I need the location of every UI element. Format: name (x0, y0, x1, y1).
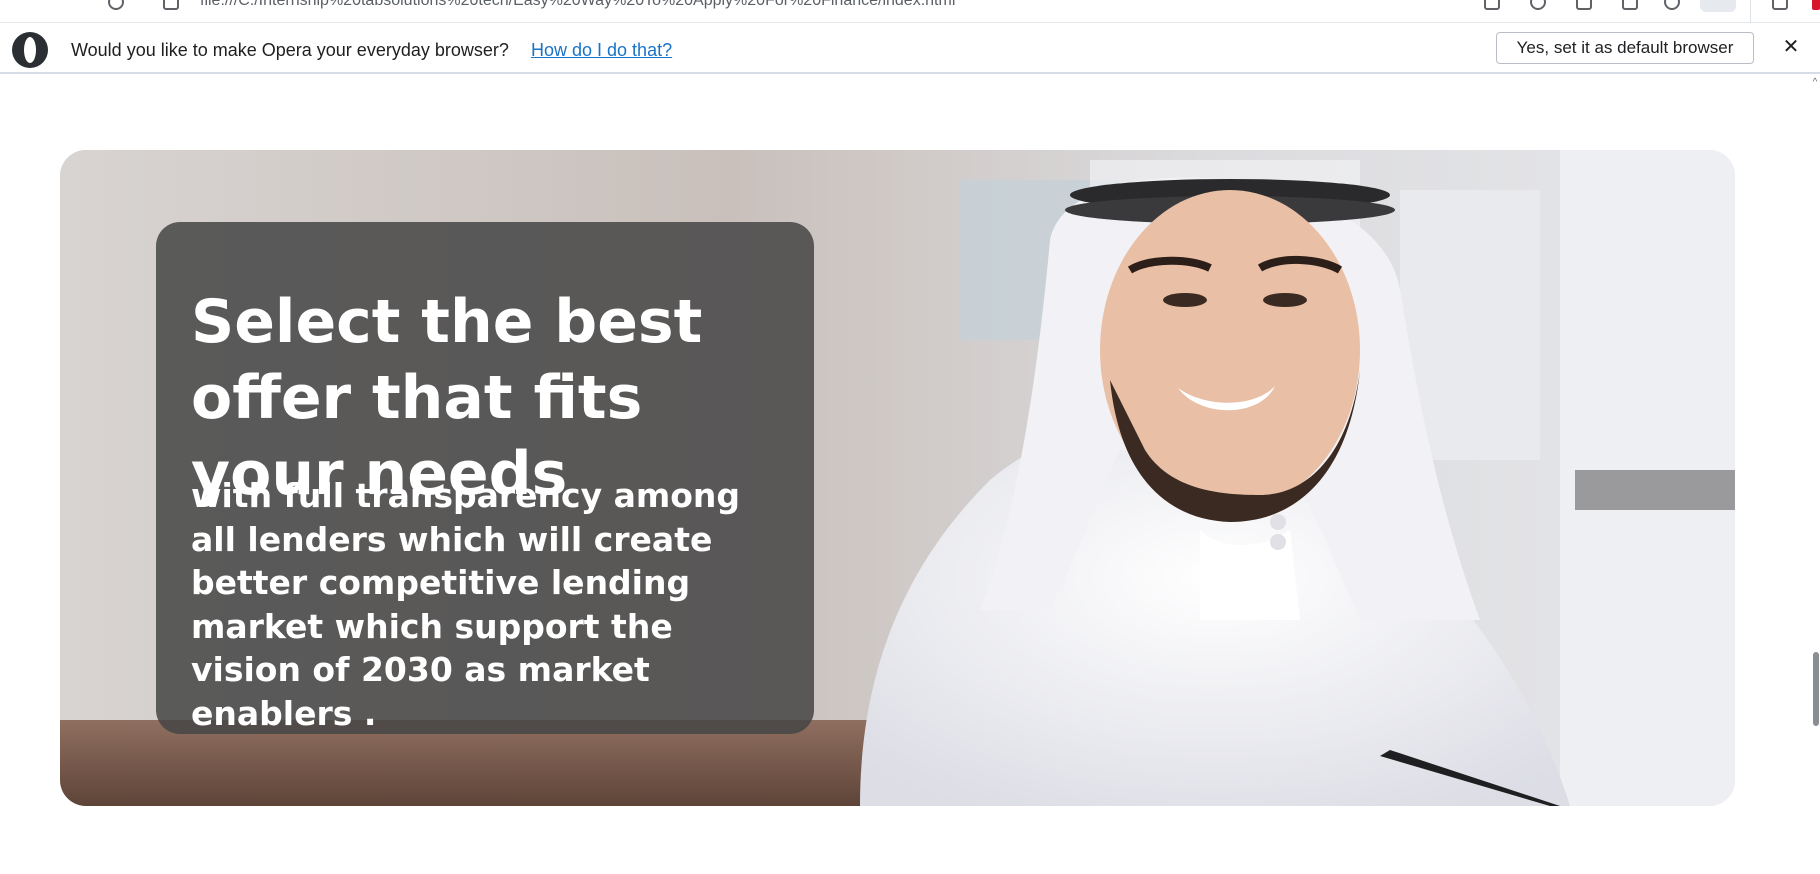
set-default-browser-button[interactable]: Yes, set it as default browser (1496, 32, 1754, 64)
extension-button[interactable] (1700, 0, 1736, 12)
vpn-icon[interactable] (1772, 0, 1788, 10)
chevron-up-icon[interactable]: ^ (1810, 78, 1820, 88)
pin-icon[interactable] (1530, 0, 1546, 10)
bookmark-icon[interactable] (1622, 0, 1638, 10)
shield-icon[interactable] (1576, 0, 1592, 10)
toolbar-divider (1750, 0, 1751, 22)
reload-icon[interactable] (108, 0, 124, 10)
browser-toolbar: file:///C:/Internship%20tabsolutions%20t… (0, 0, 1820, 23)
page-info-icon[interactable] (163, 0, 179, 10)
close-icon[interactable]: ✕ (1779, 35, 1803, 59)
hero-text-card: Select the best offer that fits your nee… (156, 222, 814, 734)
how-do-i-do-that-link[interactable]: How do I do that? (531, 40, 672, 61)
hero-subtitle: with full transparency among all lenders… (191, 476, 741, 733)
infobar-prompt: Would you like to make Opera your everyd… (71, 40, 509, 60)
opera-logo-icon (12, 32, 48, 68)
page-scrollbar[interactable] (1810, 76, 1820, 874)
default-browser-infobar: Would you like to make Opera your everyd… (0, 23, 1820, 74)
heart-icon[interactable] (1664, 0, 1680, 10)
profile-icon[interactable] (1812, 0, 1820, 10)
snapshot-icon[interactable] (1484, 0, 1500, 10)
scrollbar-thumb[interactable] (1813, 652, 1819, 726)
address-bar-url[interactable]: file:///C:/Internship%20tabsolutions%20t… (200, 0, 955, 10)
hero-banner: Select the best offer that fits your nee… (60, 150, 1735, 806)
